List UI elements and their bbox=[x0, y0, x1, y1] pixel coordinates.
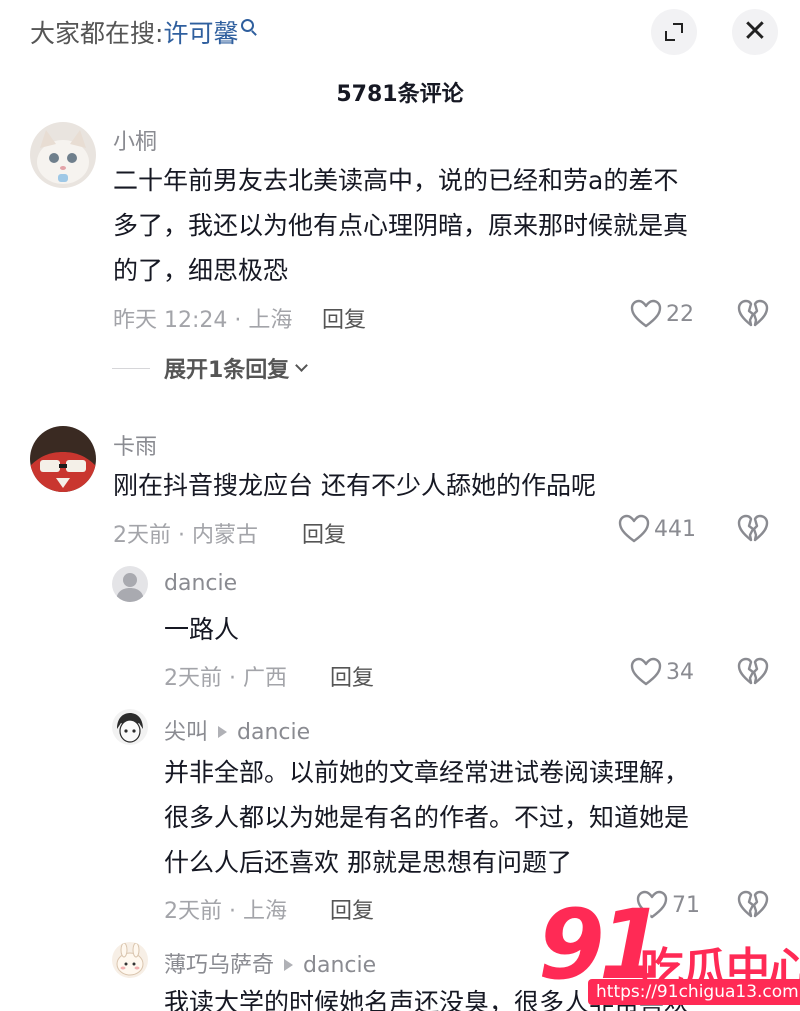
reply-target[interactable]: dancie bbox=[237, 720, 310, 745]
close-icon: ✕ bbox=[742, 14, 768, 49]
reply-button[interactable]: 回复 bbox=[302, 517, 346, 549]
watermark-logo: 91 吃瓜中心 https://91chigua13.com bbox=[538, 897, 800, 1011]
broken-heart-icon bbox=[737, 299, 769, 327]
comment-text-line: 二十年前男友去北美读高中，说的已经和劳a的差不 bbox=[113, 166, 679, 195]
avatar[interactable] bbox=[112, 709, 148, 745]
heart-icon bbox=[618, 514, 650, 543]
reply-text: 一路人 bbox=[164, 607, 239, 652]
dislike-button[interactable] bbox=[737, 299, 769, 333]
broken-heart-icon bbox=[737, 657, 769, 685]
reply-author[interactable]: 尖叫 bbox=[164, 720, 208, 745]
reply-button[interactable]: 回复 bbox=[330, 660, 374, 692]
like-button[interactable]: 34 bbox=[630, 657, 694, 687]
avatar[interactable] bbox=[112, 942, 148, 978]
watermark-url: https://91chigua13.com bbox=[588, 979, 800, 1005]
reply-to-arrow-icon bbox=[284, 959, 294, 971]
close-button[interactable]: ✕ bbox=[732, 9, 778, 55]
comment-meta: 昨天 12:24 · 上海 bbox=[113, 308, 293, 333]
dislike-button[interactable] bbox=[737, 657, 769, 691]
divider bbox=[112, 367, 150, 369]
comment-username[interactable]: 小桐 bbox=[113, 124, 157, 156]
like-count: 22 bbox=[666, 301, 694, 327]
trending-search-label: 大家都在搜: bbox=[30, 19, 164, 48]
like-count: 34 bbox=[666, 659, 694, 685]
expand-icon bbox=[665, 23, 683, 41]
reply-username[interactable]: dancie bbox=[164, 571, 237, 596]
reply-button[interactable]: 回复 bbox=[322, 302, 366, 334]
reply-username: 尖叫 dancie bbox=[164, 714, 310, 746]
reply-meta: 2天前 · 上海 bbox=[164, 899, 287, 924]
comment-text: 刚在抖音搜龙应台 还有不少人舔她的作品呢 bbox=[113, 463, 596, 508]
dislike-button[interactable] bbox=[737, 514, 769, 548]
reply-text-line: 很多人都以为她是有名的作者。不过，知道她是 bbox=[164, 803, 690, 832]
reply-button[interactable]: 回复 bbox=[330, 893, 374, 925]
reply-text: 并非全部。以前她的文章经常进试卷阅读理解， 很多人都以为她是有名的作者。不过，知… bbox=[164, 750, 689, 885]
reply-text-line: 什么人后还喜欢 那就是思想有问题了 bbox=[164, 848, 572, 877]
reply-meta: 2天前 · 广西 bbox=[164, 666, 287, 691]
broken-heart-icon bbox=[737, 514, 769, 542]
trending-search-term[interactable]: 许可馨 bbox=[163, 19, 238, 48]
expand-replies-button[interactable]: 展开1条回复 bbox=[112, 352, 309, 384]
comment-meta: 2天前 · 内蒙古 bbox=[113, 523, 258, 548]
like-button[interactable]: 22 bbox=[630, 299, 694, 329]
comment-text-line: 的了，细思极恐 bbox=[113, 256, 289, 285]
expand-button[interactable] bbox=[651, 9, 697, 55]
like-count: 441 bbox=[654, 516, 696, 542]
comment-text: 二十年前男友去北美读高中，说的已经和劳a的差不 多了，我还以为他有点心理阴暗，原… bbox=[113, 158, 688, 293]
reply-text-line: 并非全部。以前她的文章经常进试卷阅读理解， bbox=[164, 758, 690, 787]
trending-search[interactable]: 大家都在搜:许可馨 bbox=[30, 14, 255, 50]
avatar[interactable] bbox=[30, 122, 96, 188]
reply-username: 薄巧乌萨奇 dancie bbox=[164, 947, 376, 979]
heart-icon bbox=[630, 299, 662, 328]
reply-to-arrow-icon bbox=[218, 726, 228, 738]
comment-count-title: 5781条评论 bbox=[336, 82, 464, 107]
comment-username[interactable]: 卡雨 bbox=[113, 429, 157, 461]
avatar[interactable] bbox=[30, 426, 96, 492]
chevron-down-icon bbox=[295, 359, 309, 372]
comment-text-line: 多了，我还以为他有点心理阴暗，原来那时候就是真 bbox=[113, 211, 689, 240]
reply-target[interactable]: dancie bbox=[303, 953, 376, 978]
comment-text-line: 刚在抖音搜龙应台 还有不少人舔她的作品呢 bbox=[113, 471, 596, 500]
heart-icon bbox=[630, 657, 662, 686]
expand-replies-label: 展开1条回复 bbox=[164, 358, 290, 383]
reply-author[interactable]: 薄巧乌萨奇 bbox=[164, 953, 274, 978]
top-bar: 大家都在搜:许可馨 ✕ bbox=[0, 0, 800, 64]
avatar[interactable] bbox=[112, 566, 148, 602]
search-icon bbox=[241, 19, 255, 32]
like-button[interactable]: 441 bbox=[618, 514, 696, 544]
reply-text-line: 一路人 bbox=[164, 615, 240, 644]
